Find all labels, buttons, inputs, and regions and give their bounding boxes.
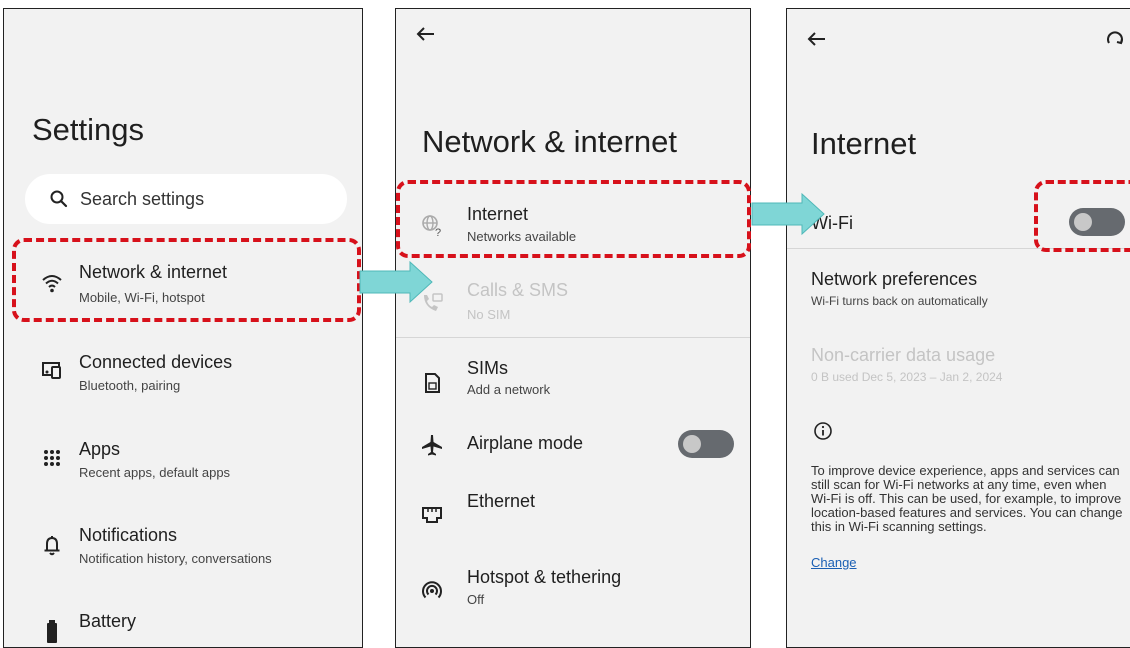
search-bar[interactable]: Search settings xyxy=(25,174,347,224)
settings-item-connected-devices[interactable]: Connected devices Bluetooth, pairing xyxy=(4,334,362,410)
network-item-subtitle: No SIM xyxy=(467,307,511,322)
settings-screen: Settings Search settings Network & inter… xyxy=(3,8,363,648)
network-item-sims[interactable]: SIMs Add a network xyxy=(396,349,750,419)
ethernet-icon xyxy=(420,503,444,527)
network-item-airplane-mode[interactable]: Airplane mode xyxy=(396,419,750,475)
battery-icon xyxy=(40,619,64,643)
internet-item-subtitle: Wi-Fi turns back on automatically xyxy=(811,294,988,308)
network-item-subtitle: Add a network xyxy=(467,382,551,397)
settings-item-battery[interactable]: Battery xyxy=(4,597,362,647)
bell-icon xyxy=(40,533,64,557)
internet-item-non-carrier-data: Non-carrier data usage 0 B used Dec 5, 2… xyxy=(787,339,1130,395)
arrow-right-icon xyxy=(751,192,825,236)
internet-item-title: Non-carrier data usage xyxy=(811,345,996,365)
network-item-calls-sms: Calls & SMS No SIM xyxy=(396,267,750,337)
page-title: Internet xyxy=(811,126,917,161)
arrow-right-icon xyxy=(359,260,433,304)
highlight-wifi-toggle xyxy=(1034,180,1130,252)
page-title: Settings xyxy=(32,112,145,147)
settings-item-subtitle: Bluetooth, pairing xyxy=(79,378,181,393)
change-link[interactable]: Change xyxy=(811,555,857,570)
network-item-title: Hotspot & tethering xyxy=(467,567,622,587)
settings-item-title: Battery xyxy=(79,611,137,631)
page-title: Network & internet xyxy=(422,124,677,159)
internet-screen: Internet Wi-Fi Network preferences Wi-Fi… xyxy=(786,8,1130,648)
settings-item-title: Apps xyxy=(79,439,121,459)
airplane-mode-toggle[interactable] xyxy=(678,430,734,458)
network-item-subtitle: Off xyxy=(467,592,485,607)
connected-devices-icon xyxy=(40,358,64,382)
network-item-title: SIMs xyxy=(467,358,509,378)
airplane-icon xyxy=(420,433,444,457)
internet-item-title: Network preferences xyxy=(811,269,978,289)
network-item-title: Ethernet xyxy=(467,491,536,511)
highlight-network-internet xyxy=(12,238,361,322)
sim-card-icon xyxy=(420,371,444,395)
settings-item-apps[interactable]: Apps Recent apps, default apps xyxy=(4,421,362,497)
internet-item-subtitle: 0 B used Dec 5, 2023 – Jan 2, 2024 xyxy=(811,370,1003,384)
back-arrow-icon[interactable] xyxy=(805,27,829,51)
settings-item-title: Connected devices xyxy=(79,352,233,372)
settings-item-subtitle: Notification history, conversations xyxy=(79,551,272,566)
section-divider xyxy=(396,337,750,338)
network-internet-screen: Network & internet ? Internet Networks a… xyxy=(395,8,751,648)
settings-item-title: Notifications xyxy=(79,525,178,545)
back-arrow-icon[interactable] xyxy=(414,22,438,46)
refresh-icon[interactable] xyxy=(1103,27,1127,51)
network-item-hotspot[interactable]: Hotspot & tethering Off xyxy=(396,557,750,627)
settings-item-notifications[interactable]: Notifications Notification history, conv… xyxy=(4,509,362,585)
network-item-title: Airplane mode xyxy=(467,433,584,453)
search-icon xyxy=(47,187,71,211)
toggle-knob xyxy=(683,435,701,453)
network-item-title: Calls & SMS xyxy=(467,280,569,300)
apps-grid-icon xyxy=(40,445,64,469)
network-item-ethernet[interactable]: Ethernet xyxy=(396,479,750,539)
internet-item-network-preferences[interactable]: Network preferences Wi-Fi turns back on … xyxy=(787,263,1130,319)
wifi-scanning-info: To improve device experience, apps and s… xyxy=(811,463,1123,534)
hotspot-icon xyxy=(420,579,444,603)
settings-item-subtitle: Recent apps, default apps xyxy=(79,465,231,480)
info-icon xyxy=(811,419,835,443)
search-placeholder: Search settings xyxy=(80,189,205,209)
highlight-internet xyxy=(396,180,751,258)
